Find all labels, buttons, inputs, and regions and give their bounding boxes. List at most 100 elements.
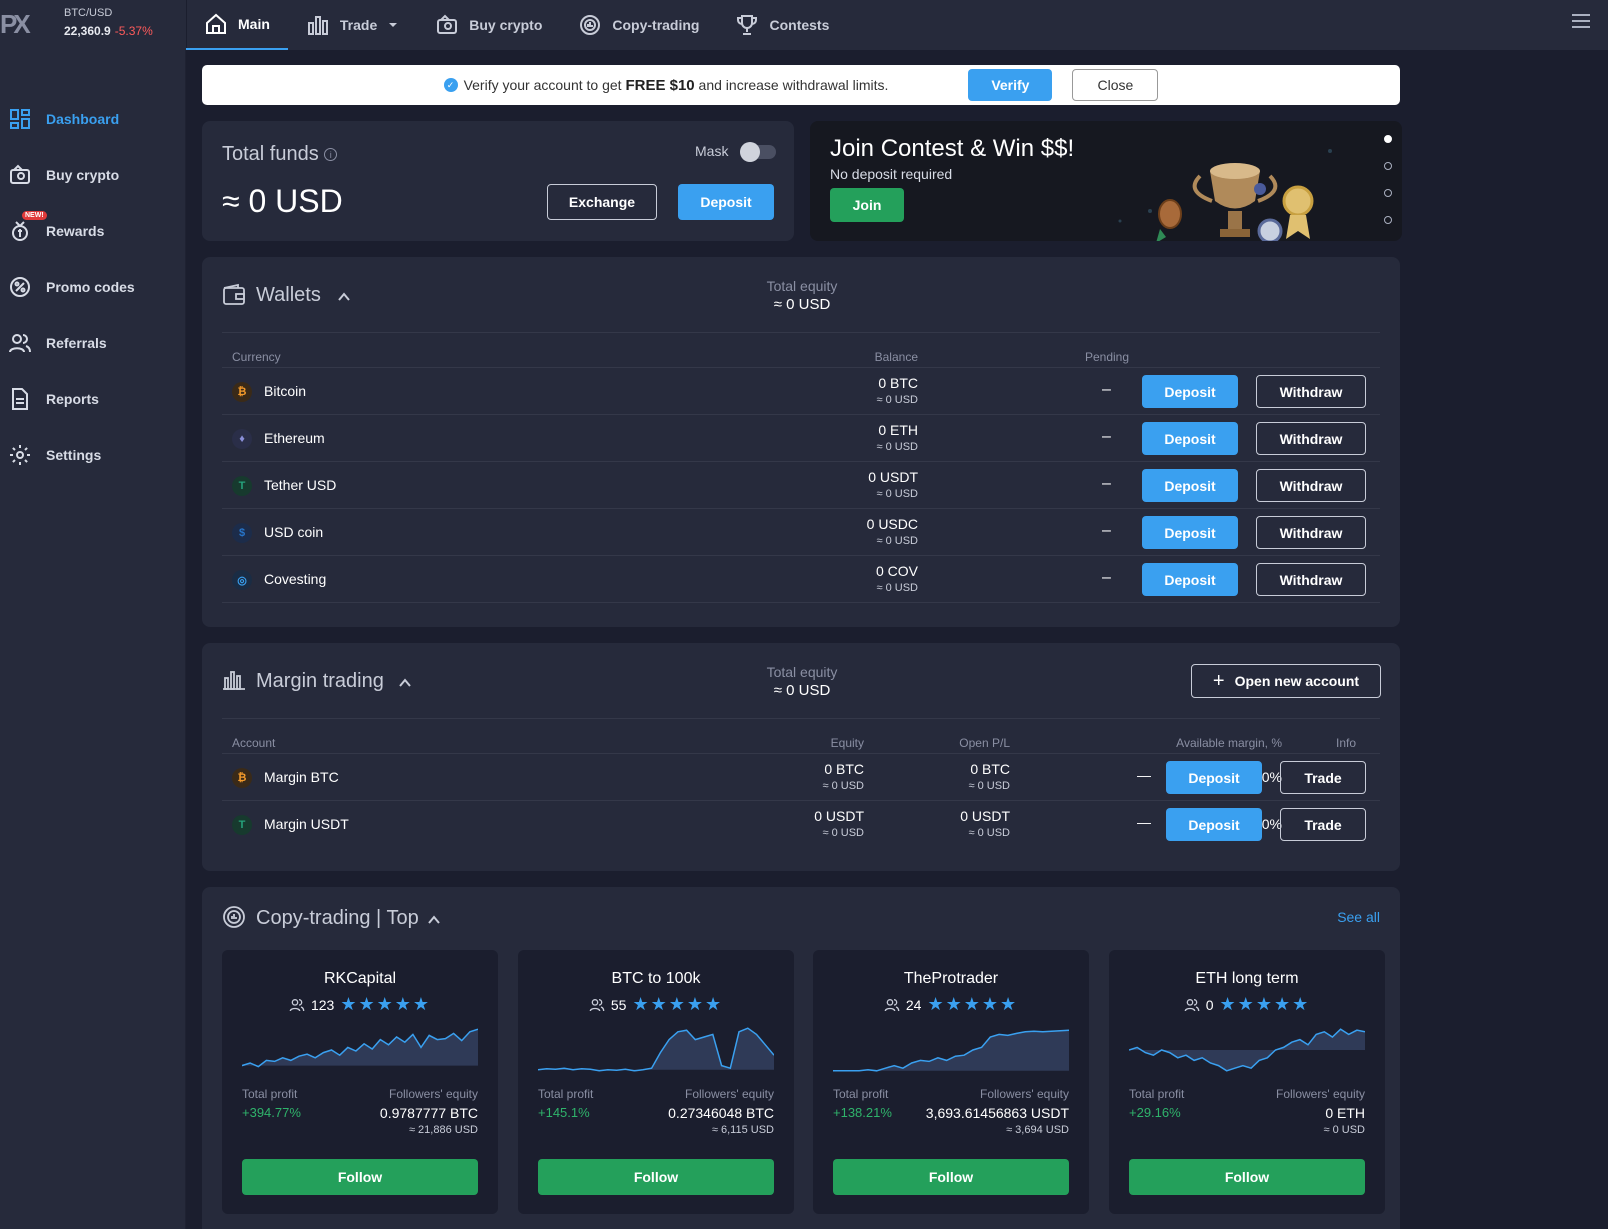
- deposit-button[interactable]: Deposit: [678, 184, 774, 220]
- pending-value: –: [1102, 381, 1111, 398]
- profit-sparkline: [1129, 1028, 1365, 1072]
- join-button[interactable]: Join: [830, 188, 904, 222]
- balance-usd: ≈ 0 USD: [876, 582, 919, 594]
- nav-main-label: Main: [238, 16, 270, 32]
- wallets-equity-label: Total equity: [766, 278, 838, 294]
- sidebar-item-referrals[interactable]: Referrals: [0, 323, 186, 363]
- trade-button[interactable]: Trade: [1280, 808, 1366, 841]
- sidebar-item-rewards[interactable]: NEW! Rewards: [0, 211, 186, 251]
- follow-button[interactable]: Follow: [1129, 1159, 1365, 1195]
- open-pl-value: 0 USDT: [960, 808, 1010, 824]
- currency-name: Covesting: [264, 571, 327, 587]
- withdraw-button[interactable]: Withdraw: [1256, 516, 1366, 549]
- rewards-icon: [12, 221, 28, 241]
- margin-row: T Margin USDT 0 USDT ≈ 0 USD 0 USDT ≈ 0 …: [222, 801, 1380, 848]
- chevron-up-icon[interactable]: [427, 913, 441, 927]
- nav-contests[interactable]: Contests: [717, 0, 847, 50]
- col-currency: Currency: [232, 350, 281, 364]
- deposit-button[interactable]: Deposit: [1166, 808, 1262, 841]
- nav-main[interactable]: Main: [186, 0, 288, 50]
- wallet-row: $ USD coin 0 USDC ≈ 0 USD – Deposit With…: [222, 509, 1380, 556]
- follow-button[interactable]: Follow: [833, 1159, 1069, 1195]
- profit-sparkline: [242, 1028, 478, 1068]
- chevron-up-icon[interactable]: [337, 290, 351, 304]
- trade-button[interactable]: Trade: [1280, 761, 1366, 794]
- followers-count: 24: [905, 996, 922, 1013]
- currency-name: USD coin: [264, 524, 324, 540]
- withdraw-button[interactable]: Withdraw: [1256, 422, 1366, 455]
- usd-coin-icon: $: [232, 523, 252, 543]
- col-account: Account: [232, 736, 276, 750]
- carousel-dot[interactable]: [1384, 162, 1392, 170]
- main-nav: Main Trade Buy crypto Copy-trading Conte…: [186, 0, 847, 50]
- withdraw-button[interactable]: Withdraw: [1256, 375, 1366, 408]
- open-new-account-button[interactable]: + Open new account: [1191, 664, 1381, 698]
- sidebar-item-settings[interactable]: Settings: [0, 435, 186, 475]
- account-name: Margin BTC: [264, 769, 339, 785]
- followers-count: 0: [1205, 996, 1214, 1013]
- deposit-button[interactable]: Deposit: [1166, 761, 1262, 794]
- follow-button[interactable]: Follow: [242, 1159, 478, 1195]
- sidebar-item-dashboard[interactable]: Dashboard: [0, 99, 186, 139]
- mask-toggle[interactable]: [740, 142, 776, 162]
- brand-logo[interactable]: PX: [0, 6, 40, 42]
- total-profit-label: Total profit: [833, 1087, 889, 1101]
- withdraw-button[interactable]: Withdraw: [1256, 469, 1366, 502]
- followers-equity-value: 3,693.61456863 USDT: [925, 1105, 1069, 1121]
- home-icon: [206, 13, 226, 34]
- trader-card[interactable]: BTC to 100k 55 ★★★★★ Total profit Follow…: [518, 950, 794, 1214]
- ticker[interactable]: BTC/USD 22,360.9 -5.37%: [64, 7, 153, 38]
- sidebar-item-buy-crypto[interactable]: Buy crypto: [0, 155, 186, 195]
- contest-banner[interactable]: Join Contest & Win $$! No deposit requir…: [810, 121, 1402, 241]
- carousel-dot[interactable]: [1384, 216, 1392, 224]
- verify-button[interactable]: Verify: [968, 69, 1053, 101]
- dashboard-icon: [10, 109, 30, 129]
- contest-title: Join Contest & Win $$!: [830, 135, 1075, 162]
- withdraw-button[interactable]: Withdraw: [1256, 563, 1366, 596]
- wallets-panel: Wallets Total equity ≈ 0 USD Currency Ba…: [202, 257, 1400, 627]
- followers-equity-value: 0.9787777 BTC: [379, 1105, 478, 1121]
- profit-sparkline: [833, 1029, 1069, 1072]
- sparkline-area: [833, 1030, 1069, 1071]
- deposit-button[interactable]: Deposit: [1142, 375, 1238, 408]
- ethereum-icon: ♦: [232, 429, 252, 449]
- sidebar-item-promo-codes[interactable]: Promo codes: [0, 267, 186, 307]
- info-icon[interactable]: i: [324, 148, 338, 162]
- sidebar-item-reports[interactable]: Reports: [0, 379, 186, 419]
- hamburger-icon[interactable]: [1572, 14, 1590, 32]
- close-button[interactable]: Close: [1072, 69, 1159, 101]
- trader-card[interactable]: RKCapital 123 ★★★★★ Total profit Followe…: [222, 950, 498, 1214]
- total-profit-value: +138.21%: [833, 1105, 892, 1120]
- balance-value: 0 ETH: [878, 422, 918, 438]
- new-badge: NEW!: [22, 211, 47, 220]
- exchange-button[interactable]: Exchange: [547, 184, 657, 220]
- sidebar-item-label: Promo codes: [46, 279, 135, 295]
- trader-card[interactable]: ETH long term 0 ★★★★★ Total profit Follo…: [1109, 950, 1385, 1214]
- followers-equity-usd: ≈ 21,886 USD: [408, 1124, 478, 1136]
- nav-trade-label: Trade: [339, 17, 378, 33]
- deposit-button[interactable]: Deposit: [1142, 422, 1238, 455]
- chevron-up-icon[interactable]: [398, 676, 412, 690]
- followers-count: 55: [610, 996, 627, 1013]
- deposit-button[interactable]: Deposit: [1142, 469, 1238, 502]
- followers-icon: [589, 998, 605, 1011]
- deposit-button[interactable]: Deposit: [1142, 516, 1238, 549]
- buy-crypto-icon: [10, 164, 30, 184]
- trader-meta: 55 ★★★★★: [518, 994, 794, 1015]
- sidebar-item-label: Buy crypto: [46, 167, 120, 183]
- total-funds-value: ≈ 0 USD: [222, 183, 343, 219]
- nav-buy-crypto[interactable]: Buy crypto: [417, 0, 560, 50]
- mask-label: Mask: [695, 143, 729, 159]
- ticker-price: 22,360.9: [64, 24, 111, 38]
- trader-card[interactable]: TheProtrader 24 ★★★★★ Total profit Follo…: [813, 950, 1089, 1214]
- follow-button[interactable]: Follow: [538, 1159, 774, 1195]
- deposit-button[interactable]: Deposit: [1142, 563, 1238, 596]
- check-badge-icon: ✓: [443, 78, 458, 92]
- equity-usd: ≈ 0 USD: [822, 780, 865, 792]
- nav-copy-trading[interactable]: Copy-trading: [560, 0, 717, 50]
- nav-trade[interactable]: Trade: [288, 0, 417, 50]
- margin-equity-label: Total equity: [766, 664, 838, 680]
- carousel-dot[interactable]: [1384, 135, 1392, 143]
- carousel-dot[interactable]: [1384, 189, 1392, 197]
- see-all-link[interactable]: See all: [1337, 909, 1380, 925]
